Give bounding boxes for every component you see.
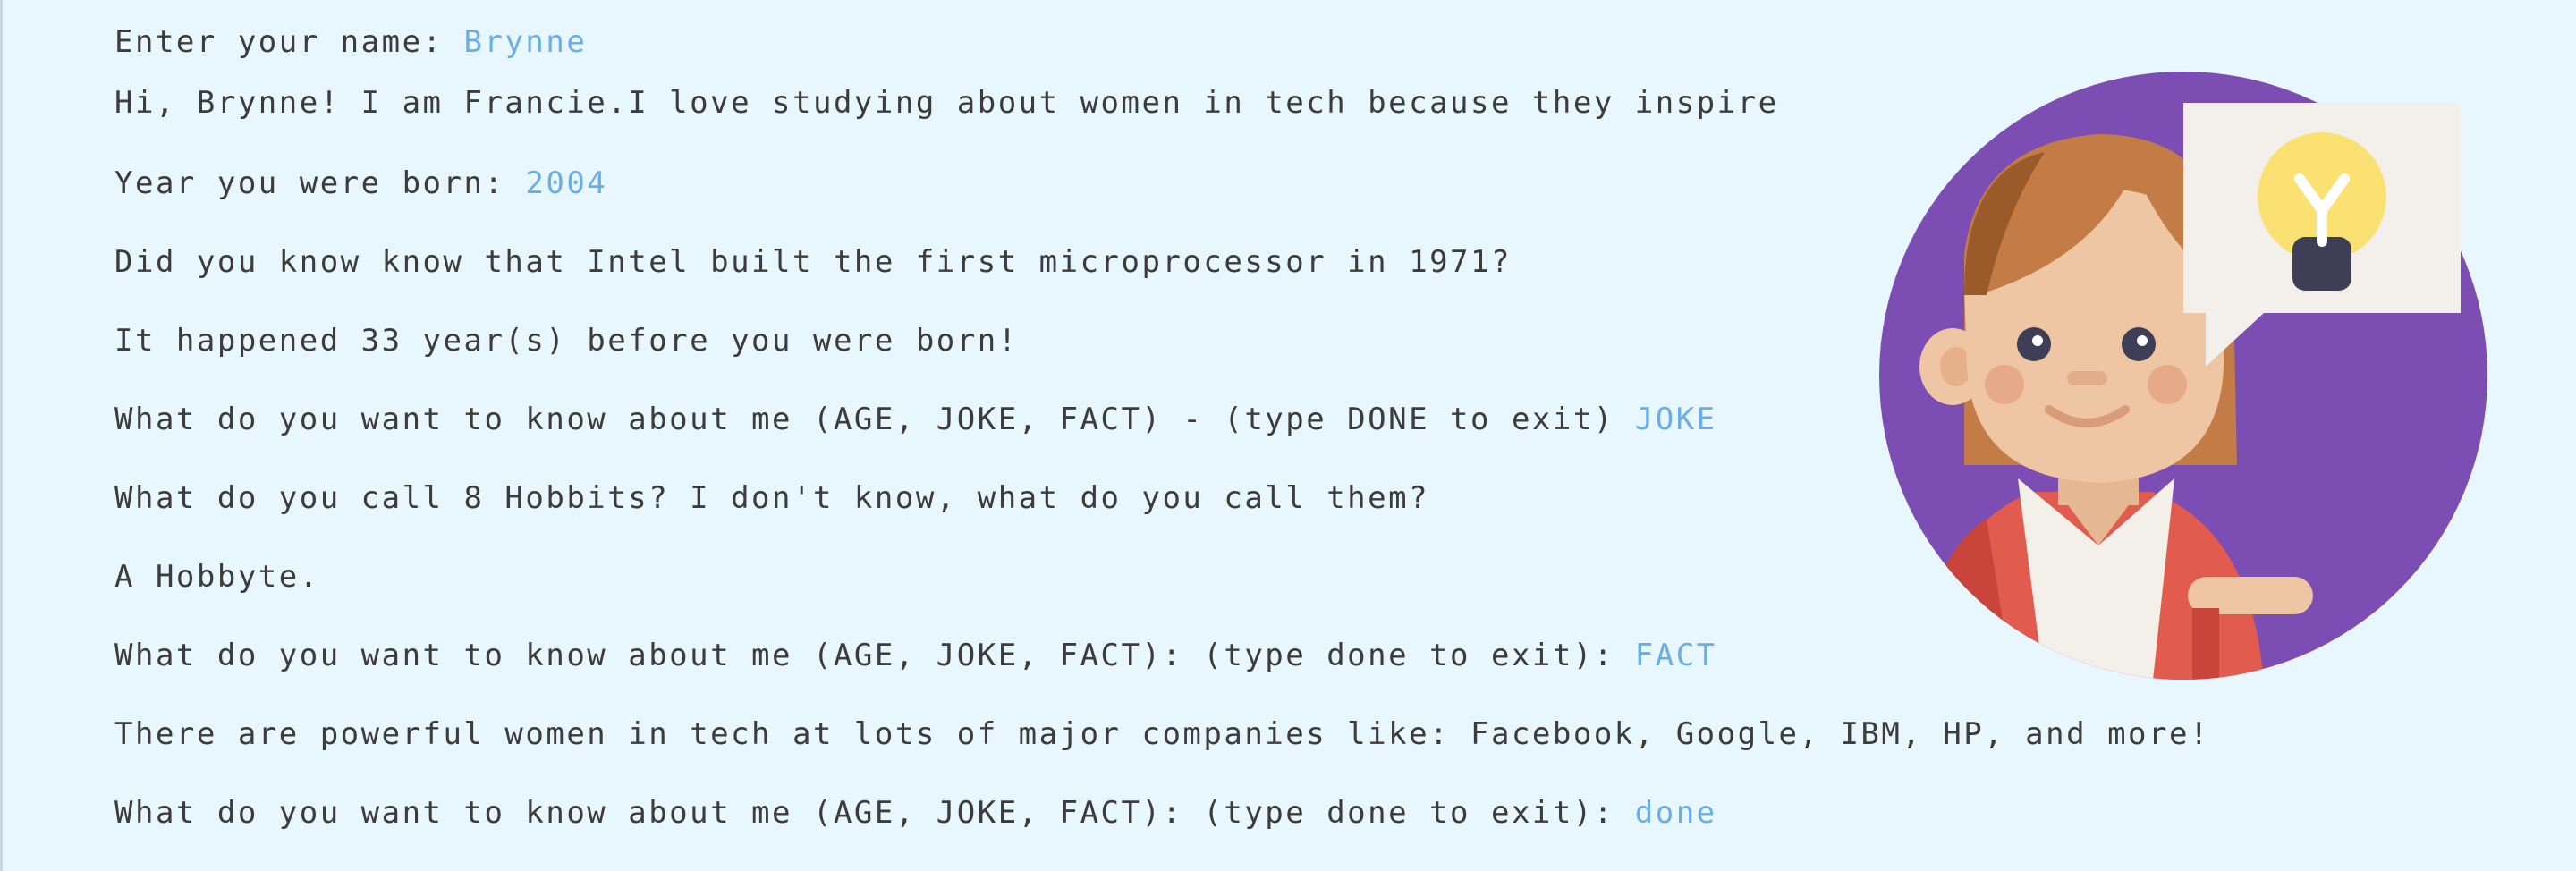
woman-with-lightbulb-idea-icon bbox=[1879, 72, 2487, 680]
output-text: A Hobbyte. bbox=[114, 559, 320, 595]
output-text: Hi, Brynne! I am Francie.I love studying… bbox=[114, 85, 1779, 121]
output-text: It happened 33 year(s) before you were b… bbox=[114, 323, 1019, 359]
console-line-menu-prompt-3: What do you want to know about me (AGE, … bbox=[114, 771, 2529, 850]
user-input-name: Brynne bbox=[463, 24, 588, 60]
user-input-choice-2: FACT bbox=[1634, 638, 1717, 673]
console-output-panel: Enter your name: Brynne Hi, Brynne! I am… bbox=[0, 0, 2576, 871]
console-line-fact: There are powerful women in tech at lots… bbox=[114, 692, 2529, 771]
prompt-text: Year you were born: bbox=[114, 165, 526, 201]
output-text: There are powerful women in tech at lots… bbox=[114, 716, 2210, 752]
output-text: Did you know know that Intel built the f… bbox=[114, 244, 1512, 280]
prompt-text: Enter your name: bbox=[114, 24, 464, 60]
user-input-year: 2004 bbox=[525, 165, 608, 201]
prompt-text: What do you want to know about me (AGE, … bbox=[114, 795, 1635, 831]
prompt-text: What do you want to know about me (AGE, … bbox=[114, 638, 1635, 673]
output-text: What do you call 8 Hobbits? I don't know… bbox=[114, 480, 1430, 516]
console-line-name-prompt: Enter your name: Brynne bbox=[114, 20, 2529, 64]
prompt-text: What do you want to know about me (AGE, … bbox=[114, 402, 1635, 437]
user-input-choice-3: done bbox=[1634, 795, 1717, 831]
user-input-choice-1: JOKE bbox=[1634, 402, 1717, 437]
